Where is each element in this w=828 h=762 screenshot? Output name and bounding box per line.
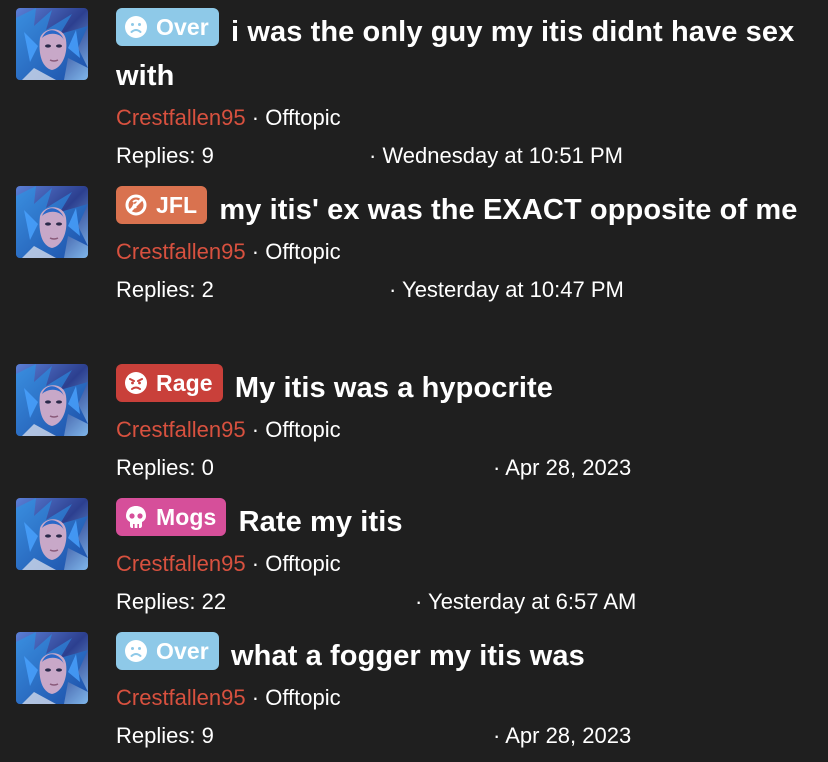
avatar[interactable] [16, 8, 88, 80]
separator: · [251, 551, 260, 576]
thread-meta: Crestfallen95 · Offtopic [116, 239, 814, 265]
thread-title-line: Over i was the only guy my itis didnt ha… [116, 8, 814, 98]
thread-title[interactable]: My itis was a hypocrite [235, 372, 553, 404]
prefix-label: Over [156, 638, 209, 664]
prefix-label: Mogs [156, 504, 217, 530]
last-post-date[interactable]: · Wednesday at 10:51 PM [369, 143, 623, 169]
separator: · [251, 417, 260, 442]
prefix-label: Rage [156, 370, 213, 396]
sad-face-icon [124, 15, 148, 39]
replies-count: Replies: 0 [116, 455, 214, 480]
last-post-date[interactable]: · Apr 28, 2023 [493, 723, 631, 749]
avatar[interactable] [16, 186, 88, 258]
replies-count: Replies: 2 [116, 277, 214, 302]
skull-icon [124, 505, 148, 529]
thread-stats: Replies: 22 · Yesterday at 6:57 AM [116, 589, 814, 615]
author-link[interactable]: Crestfallen95 [116, 551, 246, 576]
forum-link[interactable]: Offtopic [265, 685, 340, 710]
last-post-date[interactable]: · Yesterday at 6:57 AM [415, 589, 636, 615]
sad-face-icon [124, 639, 148, 663]
replies-count: Replies: 22 [116, 589, 227, 614]
prefix-badge[interactable]: Mogs [116, 498, 227, 536]
prefix-badge[interactable]: Over [116, 8, 219, 46]
avatar[interactable] [16, 632, 88, 704]
prefix-badge[interactable]: JFL [116, 186, 208, 224]
thread-meta: Crestfallen95 · Offtopic [116, 685, 814, 711]
thread-meta: Crestfallen95 · Offtopic [116, 551, 814, 577]
thread-title[interactable]: my itis' ex was the EXACT opposite of me [219, 194, 797, 226]
author-link[interactable]: Crestfallen95 [116, 417, 246, 442]
thread-title[interactable]: Rate my itis [239, 506, 403, 538]
thread-title-line: Over what a fogger my itis was [116, 632, 814, 678]
thread-stats: Replies: 9 · Wednesday at 10:51 PM [116, 143, 814, 169]
thread-title-line: Rage My itis was a hypocrite [116, 364, 814, 410]
thread-stats: Replies: 2 · Yesterday at 10:47 PM [116, 277, 814, 303]
forum-link[interactable]: Offtopic [265, 105, 340, 130]
author-link[interactable]: Crestfallen95 [116, 239, 246, 264]
prefix-label: Over [156, 14, 209, 40]
thread-title[interactable]: what a fogger my itis was [231, 640, 585, 672]
prefix-badge[interactable]: Rage [116, 364, 223, 402]
thread-stats: Replies: 0 · Apr 28, 2023 [116, 455, 814, 481]
prefix-label: JFL [156, 192, 198, 218]
author-link[interactable]: Crestfallen95 [116, 105, 246, 130]
separator: · [251, 105, 260, 130]
thread-stats: Replies: 9 · Apr 28, 2023 [116, 723, 814, 749]
author-link[interactable]: Crestfallen95 [116, 685, 246, 710]
avatar[interactable] [16, 364, 88, 436]
forum-link[interactable]: Offtopic [265, 551, 340, 576]
avatar[interactable] [16, 498, 88, 570]
no-symbol-icon [124, 193, 148, 217]
forum-link[interactable]: Offtopic [265, 417, 340, 442]
replies-count: Replies: 9 [116, 143, 214, 168]
last-post-date[interactable]: · Apr 28, 2023 [493, 455, 631, 481]
separator: · [251, 685, 260, 710]
forum-link[interactable]: Offtopic [265, 239, 340, 264]
replies-count: Replies: 9 [116, 723, 214, 748]
prefix-badge[interactable]: Over [116, 632, 219, 670]
separator: · [251, 239, 260, 264]
thread-meta: Crestfallen95 · Offtopic [116, 105, 814, 131]
angry-face-icon [124, 371, 148, 395]
last-post-date[interactable]: · Yesterday at 10:47 PM [389, 277, 624, 303]
thread-title-line: Mogs Rate my itis [116, 498, 814, 544]
thread-list: Over i was the only guy my itis didnt ha… [0, 0, 828, 762]
thread-title-line: JFL my itis' ex was the EXACT opposite o… [116, 186, 814, 232]
thread-meta: Crestfallen95 · Offtopic [116, 417, 814, 443]
